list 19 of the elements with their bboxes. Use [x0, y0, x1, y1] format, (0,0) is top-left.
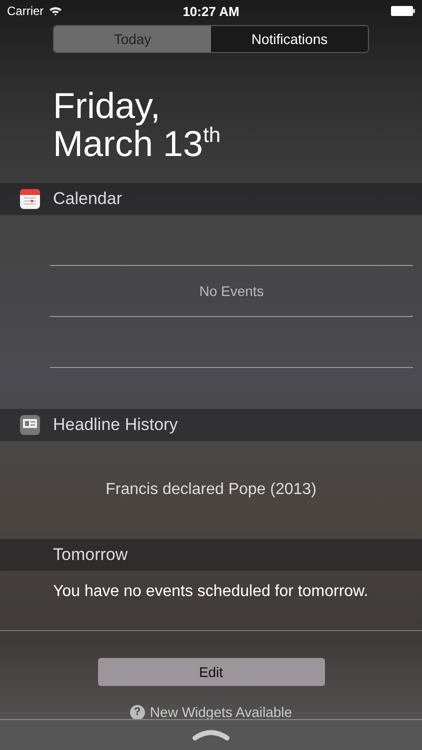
- wifi-icon: [48, 6, 62, 16]
- grabber-icon[interactable]: [192, 729, 230, 741]
- no-events-label: No Events: [198, 282, 265, 301]
- newspaper-app-icon: [20, 415, 40, 435]
- edit-button[interactable]: Edit: [98, 658, 324, 686]
- weekday-label: Friday,: [53, 87, 162, 125]
- battery-icon: [390, 6, 415, 16]
- headline-text: Francis declared Pope (2013): [104, 480, 318, 500]
- status-time: 10:27 AM: [182, 4, 240, 18]
- segment-tab[interactable]: Notifications: [211, 26, 368, 52]
- carrier-label: Carrier: [7, 4, 44, 18]
- new-widgets-link[interactable]: New Widgets Available: [150, 704, 292, 720]
- calendar-app-icon: [20, 189, 40, 209]
- tomorrow-message: You have no events scheduled for tomorrow.: [52, 582, 370, 602]
- date-label: March 13$^{th}$: [53, 125, 222, 163]
- help-icon: ?: [130, 704, 145, 720]
- widget-title: Tomorrow: [53, 545, 128, 565]
- widget-title: Calendar: [53, 189, 122, 209]
- widget-title: Headline History: [53, 415, 178, 435]
